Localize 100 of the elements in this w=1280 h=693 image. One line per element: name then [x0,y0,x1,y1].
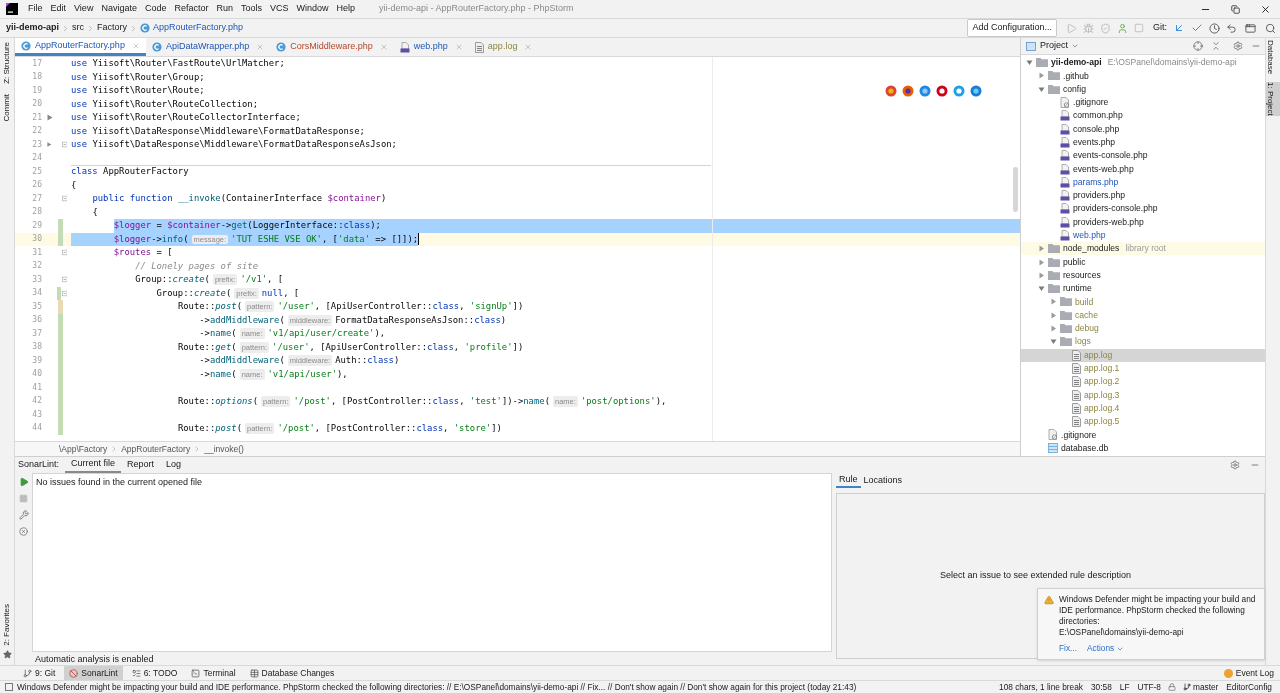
breadcrumb-item[interactable]: AppRouterFactory [121,442,191,456]
tree-item[interactable]: node_modules library root [1021,242,1265,256]
fold-icon[interactable] [61,276,67,284]
git-branch-button[interactable]: master [1182,680,1219,693]
browser-icon[interactable] [970,85,982,97]
side-tool-tab[interactable]: Database [1266,40,1280,75]
app-logo-icon[interactable] [6,3,18,15]
tree-item[interactable]: yii-demo-api E:\OSPanel\domains\yii-demo-api [1021,56,1265,70]
tool-window-button[interactable]: Terminal [186,666,241,680]
settings-icon[interactable] [1230,460,1240,470]
editor-tab[interactable]: ApiDataWrapper.php [145,38,271,56]
run-icon[interactable] [18,477,29,487]
editor-tab[interactable]: CorsMiddleware.php [270,38,394,56]
tree-item[interactable]: .github [1021,69,1265,83]
collapsed-arrow-icon[interactable] [1037,258,1045,266]
breadcrumb-item[interactable]: src [72,21,84,35]
side-tool-tab[interactable]: 2: Favorites [0,604,16,646]
menu-item[interactable]: VCS [266,1,293,17]
close-icon[interactable] [256,43,265,51]
lock-icon[interactable] [1167,683,1176,691]
editor-tab[interactable]: web.php [393,38,469,56]
tree-item[interactable]: .gitignore [1021,95,1265,110]
notification-link[interactable]: Actions [1087,643,1125,654]
breadcrumb-item[interactable]: yii-demo-api [6,21,59,35]
tool-window-button[interactable]: 6: TODO [126,666,183,680]
status-item[interactable]: EditorConfig [1226,680,1272,693]
notification-link[interactable]: Fix... [1059,643,1077,654]
tool-window-button[interactable]: SonarLint [64,666,123,680]
tree-item[interactable]: resources [1021,268,1265,283]
commit-icon[interactable] [1191,22,1203,34]
menu-item[interactable]: Refactor [170,1,213,17]
menu-item[interactable]: Run [212,1,237,17]
collapsed-arrow-icon[interactable] [1049,325,1057,333]
status-item[interactable]: 108 chars, 1 line break [999,680,1083,693]
breadcrumb-item[interactable]: __invoke() [204,442,244,456]
close-icon[interactable] [524,43,533,51]
side-tool-tab[interactable]: Commit [0,93,16,122]
fold-icon[interactable] [61,141,67,149]
tree-item[interactable]: providers-web.php [1021,215,1265,229]
side-tool-tab[interactable]: 1: Project [1266,82,1280,117]
run-icon[interactable] [1066,22,1077,34]
tree-item[interactable]: app.log.4 [1021,401,1265,415]
tree-item[interactable]: events.php [1021,135,1265,150]
menu-item[interactable]: Edit [46,1,71,17]
search-icon[interactable] [1265,22,1276,34]
tree-item[interactable]: build [1021,295,1265,309]
gutter-arrow-icon[interactable] [47,114,53,122]
tool-window-tab[interactable]: Log [160,457,188,473]
status-item[interactable]: LF [1119,680,1130,693]
tree-item[interactable]: params.php [1021,175,1265,189]
breadcrumb-item[interactable]: AppRouterFactory.php [140,21,243,35]
panel-tab[interactable]: Rule [836,473,861,488]
event-log-button[interactable]: Event Log [1223,666,1274,680]
collapsed-arrow-icon[interactable] [1049,311,1057,319]
tree-item[interactable]: debug [1021,321,1265,336]
revert-icon[interactable] [1226,22,1237,34]
tree-item[interactable]: public [1021,255,1265,269]
locate-icon[interactable] [1193,41,1203,51]
expanded-arrow-icon[interactable] [1037,285,1045,293]
history-icon[interactable] [1209,22,1220,34]
stop-icon[interactable] [1134,23,1144,33]
scrollbar-thumb[interactable] [1013,167,1018,212]
tree-item[interactable]: app.log.3 [1021,388,1265,402]
gutter-arrow-icon[interactable] [47,141,52,149]
project-view-dropdown[interactable]: Project [1040,39,1079,53]
browser-icon[interactable] [902,85,914,97]
tree-item[interactable]: runtime [1021,282,1265,296]
collapse-icon[interactable] [1211,41,1221,51]
breadcrumb-item[interactable]: \App\Factory [59,442,108,456]
expanded-arrow-icon[interactable] [1025,59,1033,67]
tree-item[interactable]: database.db [1021,441,1265,455]
debug-icon[interactable] [1083,22,1094,34]
fold-icon[interactable] [61,249,67,257]
tree-item[interactable]: app.log.5 [1021,415,1265,429]
settings-icon[interactable] [1233,41,1243,51]
tree-item[interactable]: .gitignore [1021,428,1265,442]
tree-item[interactable]: logs [1021,335,1265,349]
tree-item[interactable]: config [1021,82,1265,96]
collapsed-arrow-icon[interactable] [1049,298,1057,306]
tree-item[interactable]: cache [1021,308,1265,322]
menu-item[interactable]: Help [332,1,360,17]
clear-icon[interactable] [19,527,28,536]
collapsed-arrow-icon[interactable] [1037,271,1045,279]
wrench-icon[interactable] [18,510,29,520]
run-configuration-button[interactable]: Add Configuration... [967,19,1057,37]
expanded-arrow-icon[interactable] [1037,85,1045,93]
tree-item[interactable]: providers-console.php [1021,202,1265,216]
tree-item[interactable]: web.php [1021,228,1265,243]
breadcrumb-item[interactable]: Factory [97,21,128,35]
stop-icon[interactable] [19,494,28,503]
menu-item[interactable]: Tools [236,1,266,17]
window-icon[interactable] [1245,22,1256,34]
fold-icon[interactable] [61,289,67,297]
status-item[interactable]: 30:58 [1091,680,1112,693]
profile-icon[interactable] [1117,22,1128,34]
expanded-arrow-icon[interactable] [1049,338,1057,346]
tree-item[interactable]: events-console.php [1021,149,1265,163]
panel-tab[interactable]: Locations [860,473,906,488]
browser-icon[interactable] [936,85,948,97]
side-tool-tab[interactable]: Z: Structure [0,42,16,84]
